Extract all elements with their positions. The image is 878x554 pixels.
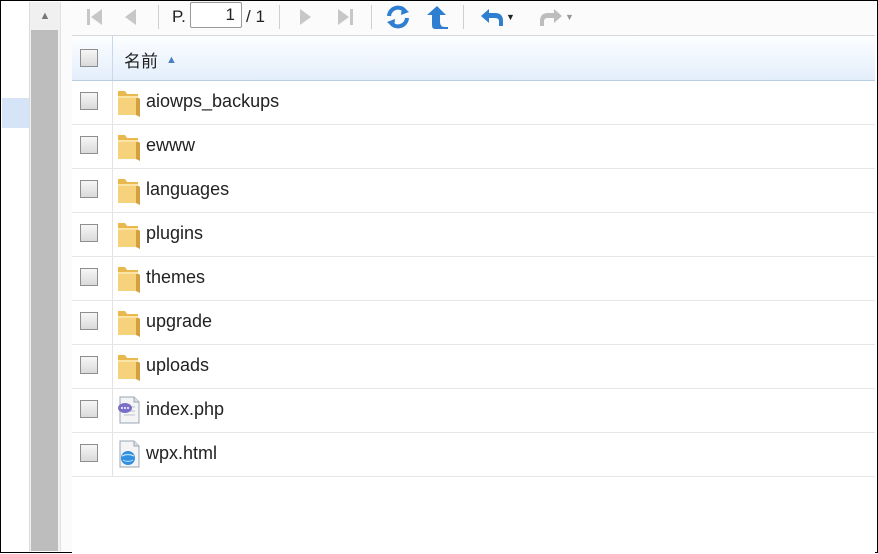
page-label: P. [172,7,186,26]
file-row[interactable]: themes [72,257,875,301]
scroll-up-arrow-icon[interactable]: ▲ [30,2,60,30]
toolbar: P. / 1 ▼ ▼ [72,1,875,36]
next-page-button[interactable] [292,5,318,29]
toolbar-separator [371,5,372,29]
file-row[interactable]: ewww [72,125,875,169]
row-checkbox[interactable] [80,180,98,198]
file-name[interactable]: wpx.html [146,443,217,464]
file-row[interactable]: languages [72,169,875,213]
back-button[interactable]: ▼ [474,5,520,29]
last-page-button[interactable] [332,5,358,29]
chevron-down-icon[interactable]: ▼ [565,12,574,22]
row-checkbox[interactable] [80,136,98,154]
page-number-input[interactable] [190,2,242,28]
folder-tree-scrollbar[interactable]: ▲ [29,2,60,551]
sort-ascending-icon: ▲ [166,53,177,66]
toolbar-separator [463,5,464,29]
php-file-icon [116,395,142,425]
file-row[interactable]: upgrade [72,301,875,345]
file-name[interactable]: uploads [146,355,209,376]
back-arrow-icon [481,9,504,26]
row-checkbox[interactable] [80,224,98,242]
forward-button[interactable]: ▼ [533,5,579,29]
row-select-cell [72,345,113,388]
name-column-header[interactable]: 名前 ▲ [124,47,177,72]
file-name[interactable]: aiowps_backups [146,91,279,112]
previous-page-icon [125,9,136,25]
row-select-cell [72,81,113,124]
row-select-cell [72,433,113,476]
file-row[interactable]: index.php [72,389,875,433]
folder-icon [116,263,142,293]
up-folder-button[interactable] [422,5,452,29]
folder-tree-pane [2,2,29,551]
chevron-down-icon[interactable]: ▼ [506,12,515,22]
row-select-cell [72,213,113,256]
file-name[interactable]: languages [146,179,229,200]
file-name[interactable]: ewww [146,135,195,156]
last-page-icon [338,9,353,25]
row-select-cell [72,125,113,168]
folder-icon [116,351,142,381]
row-select-cell [72,301,113,344]
folder-icon [116,219,142,249]
file-row[interactable]: wpx.html [72,433,875,477]
name-column-label: 名前 [124,52,158,71]
scrollbar-thumb[interactable] [31,30,58,551]
toolbar-separator [158,5,159,29]
toolbar-separator [279,5,280,29]
page-total: / 1 [246,7,265,26]
file-list: 名前 ▲ aiowps_backupsewww languages plugins t… [72,36,875,554]
file-name[interactable]: index.php [146,399,224,420]
file-name[interactable]: themes [146,267,205,288]
folder-icon [116,87,142,117]
forward-arrow-icon [540,9,563,26]
file-row[interactable]: plugins [72,213,875,257]
file-row[interactable]: aiowps_backups [72,81,875,125]
folder-icon [116,175,142,205]
row-checkbox[interactable] [80,356,98,374]
previous-page-button[interactable] [118,5,144,29]
row-checkbox[interactable] [80,400,98,418]
row-checkbox[interactable] [80,92,98,110]
folder-tree-selected-item[interactable] [2,98,29,128]
row-select-cell [72,389,113,432]
first-page-icon [87,9,102,25]
refresh-icon [387,5,409,29]
file-list-header: 名前 ▲ [72,36,875,81]
row-checkbox[interactable] [80,444,98,462]
file-list-empty-area [72,477,875,554]
row-select-cell [72,257,113,300]
html-file-icon [116,439,142,469]
row-checkbox[interactable] [80,312,98,330]
file-row[interactable]: uploads [72,345,875,389]
header-select-cell [72,36,113,80]
file-name[interactable]: upgrade [146,311,212,332]
up-arrow-icon [427,6,448,29]
folder-icon [116,307,142,337]
file-name[interactable]: plugins [146,223,203,244]
select-all-checkbox[interactable] [80,49,98,67]
folder-icon [116,131,142,161]
refresh-button[interactable] [383,5,413,29]
row-select-cell [72,169,113,212]
row-checkbox[interactable] [80,268,98,286]
next-page-icon [300,9,311,25]
first-page-button[interactable] [82,5,108,29]
